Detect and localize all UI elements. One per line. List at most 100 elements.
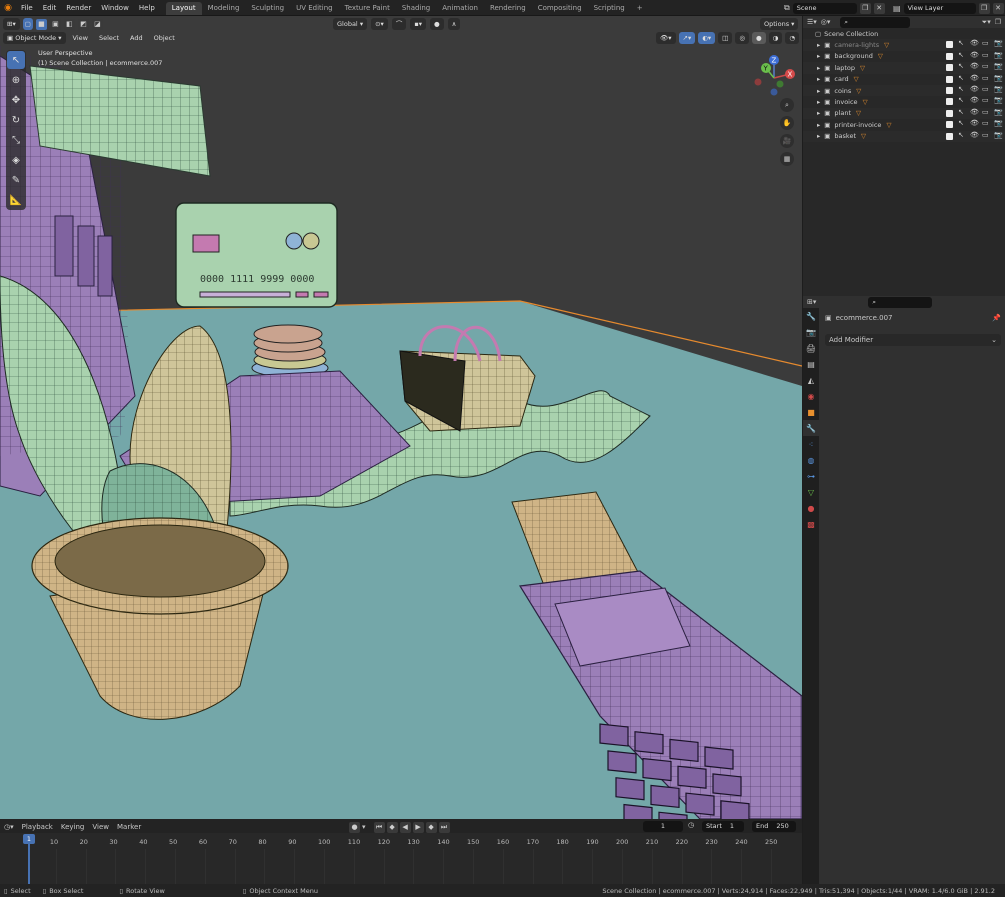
render-camera-icon[interactable]: 📷	[994, 74, 1003, 82]
perspective-toggle-icon[interactable]: ▦	[780, 152, 794, 166]
selectable-icon[interactable]: ↖	[958, 119, 965, 127]
blender-logo-icon[interactable]: ◉	[0, 3, 16, 13]
rendered-shading-icon[interactable]: ◔	[785, 32, 800, 44]
include-checkbox[interactable]	[946, 64, 953, 72]
editor-type-icon[interactable]: ⊞▾	[3, 18, 20, 30]
menu-object[interactable]: Object	[150, 32, 179, 44]
expand-arrow-icon[interactable]: ▸	[817, 121, 820, 129]
physics-tab-icon[interactable]: ◍	[803, 452, 819, 468]
select-extend-icon[interactable]: ▣	[49, 18, 61, 30]
visibility-eye-icon[interactable]: 👁	[970, 39, 979, 47]
menu-file[interactable]: File	[16, 0, 38, 16]
playhead[interactable]: 1	[23, 834, 35, 844]
select-invert-icon[interactable]: ◩	[77, 18, 89, 30]
render-camera-icon[interactable]: 📷	[994, 39, 1003, 47]
jump-end-icon[interactable]: ⏭	[438, 821, 450, 833]
render-camera-icon[interactable]: 📷	[994, 119, 1003, 127]
menu-edit[interactable]: Edit	[38, 0, 62, 16]
selectable-icon[interactable]: ↖	[958, 39, 965, 47]
select-new-icon[interactable]: ■	[35, 18, 47, 30]
outliner-item-invoice[interactable]: ▸ ▣ invoice ▽ ↖ 👁 ▭ 📷	[803, 96, 1005, 107]
properties-editor-icon[interactable]: ⊞▾	[807, 298, 816, 306]
menu-view[interactable]: View	[69, 32, 92, 44]
tab-modeling[interactable]: Modeling	[202, 2, 246, 15]
camera-view-icon[interactable]: 🎥	[780, 134, 794, 148]
play-reverse-icon[interactable]: ◀	[399, 821, 411, 833]
outliner-item-card[interactable]: ▸ ▣ card ▽ ↖ 👁 ▭ 📷	[803, 74, 1005, 85]
include-checkbox[interactable]	[946, 109, 953, 117]
annotate-tool-icon[interactable]: ✎	[7, 171, 25, 189]
view-layer-field[interactable]: View Layer	[903, 2, 976, 14]
menu-help[interactable]: Help	[134, 0, 160, 16]
viewport-disable-icon[interactable]: ▭	[982, 62, 989, 70]
render-tab-icon[interactable]: 📷	[803, 324, 819, 340]
visibility-eye-icon[interactable]: 👁	[970, 108, 979, 116]
timeline-editor-icon[interactable]: ◷▾	[4, 823, 14, 831]
tab-sculpting[interactable]: Sculpting	[245, 2, 290, 15]
outliner-item-basket[interactable]: ▸ ▣ basket ▽ ↖ 👁 ▭ 📷	[803, 130, 1005, 142]
menu-select[interactable]: Select	[95, 32, 123, 44]
modifier-tab-icon[interactable]: 🔧	[803, 420, 819, 436]
viewport-disable-icon[interactable]: ▭	[982, 96, 989, 104]
jump-keyframe-back-icon[interactable]: ◆	[386, 821, 398, 833]
selectable-icon[interactable]: ↖	[958, 51, 965, 59]
new-collection-icon[interactable]: ❐	[995, 18, 1001, 26]
menu-marker[interactable]: Marker	[117, 823, 141, 831]
tab-rendering[interactable]: Rendering	[484, 2, 532, 15]
move-tool-icon[interactable]: ✥	[7, 91, 25, 109]
outliner-item-plant[interactable]: ▸ ▣ plant ▽ ↖ 👁 ▭ 📷	[803, 107, 1005, 120]
cursor-tool-icon[interactable]: ⊕	[7, 71, 25, 89]
tab-scripting[interactable]: Scripting	[588, 2, 631, 15]
menu-keying[interactable]: Keying	[61, 823, 85, 831]
record-icon[interactable]: ●	[349, 821, 360, 833]
play-icon[interactable]: ▶	[412, 821, 424, 833]
menu-timeline-view[interactable]: View	[92, 823, 109, 831]
expand-arrow-icon[interactable]: ▸	[817, 64, 820, 72]
menu-add[interactable]: Add	[126, 32, 147, 44]
selectable-icon[interactable]: ↖	[958, 131, 965, 139]
render-camera-icon[interactable]: 📷	[994, 85, 1003, 93]
menu-window[interactable]: Window	[96, 0, 134, 16]
visibility-eye-icon[interactable]: 👁	[970, 62, 979, 70]
visibility-eye-icon[interactable]: 👁	[970, 51, 979, 59]
clock-icon[interactable]: ◷	[688, 821, 694, 829]
object-tab-icon[interactable]: ■	[803, 404, 819, 420]
menu-playback[interactable]: Playback	[22, 823, 53, 831]
start-frame-field[interactable]: Start 1	[702, 821, 744, 832]
transform-tool-icon[interactable]: ◈	[7, 151, 25, 169]
outliner-item-laptop[interactable]: ▸ ▣ laptop ▽ ↖ 👁 ▭ 📷	[803, 62, 1005, 74]
tab-layout[interactable]: Layout	[165, 2, 202, 15]
menu-render[interactable]: Render	[61, 0, 96, 16]
selectable-icon[interactable]: ↖	[958, 74, 965, 82]
include-checkbox[interactable]	[946, 132, 953, 140]
overlay-toggle-icon[interactable]: ◐▾	[698, 32, 716, 44]
expand-arrow-icon[interactable]: ▸	[817, 41, 820, 49]
outliner-editor-icon[interactable]: ☰▾	[807, 18, 817, 26]
select-tool-icon[interactable]: ↖	[7, 51, 25, 69]
jump-keyframe-forward-icon[interactable]: ◆	[425, 821, 437, 833]
expand-arrow-icon[interactable]: ▸	[817, 98, 820, 106]
rotate-tool-icon[interactable]: ↻	[7, 111, 25, 129]
render-camera-icon[interactable]: 📷	[994, 62, 1003, 70]
add-modifier-dropdown[interactable]: Add Modifier ⌄	[825, 334, 1001, 346]
pan-hand-icon[interactable]: ✋	[780, 116, 794, 130]
expand-arrow-icon[interactable]: ▸	[817, 75, 820, 83]
selectable-icon[interactable]: ↖	[958, 62, 965, 70]
include-checkbox[interactable]	[946, 52, 953, 60]
include-checkbox[interactable]	[946, 121, 953, 129]
auto-key-options-icon[interactable]: ▾	[362, 823, 366, 831]
end-frame-field[interactable]: End 250	[752, 821, 796, 832]
tab-uv-editing[interactable]: UV Editing	[290, 2, 339, 15]
gizmo-toggle-icon[interactable]: ↗▾	[678, 32, 696, 44]
pin-icon[interactable]: 📌	[992, 314, 1001, 322]
delete-view-layer-icon[interactable]: ✕	[992, 2, 1004, 14]
tab-compositing[interactable]: Compositing	[532, 2, 588, 15]
display-mode-icon[interactable]: ◎▾	[821, 18, 831, 26]
include-checkbox[interactable]	[946, 75, 953, 83]
material-tab-icon[interactable]: ●	[803, 500, 819, 516]
viewport-disable-icon[interactable]: ▭	[982, 74, 989, 82]
select-intersect-icon[interactable]: ◪	[91, 18, 103, 30]
snap-icon[interactable]: ⌒	[391, 18, 407, 30]
outliner-item-camera-lights[interactable]: ▸ ▣ camera-lights ▽ ↖ 👁 ▭ 📷	[803, 39, 1005, 51]
wireframe-shading-icon[interactable]: ◎	[735, 32, 749, 44]
